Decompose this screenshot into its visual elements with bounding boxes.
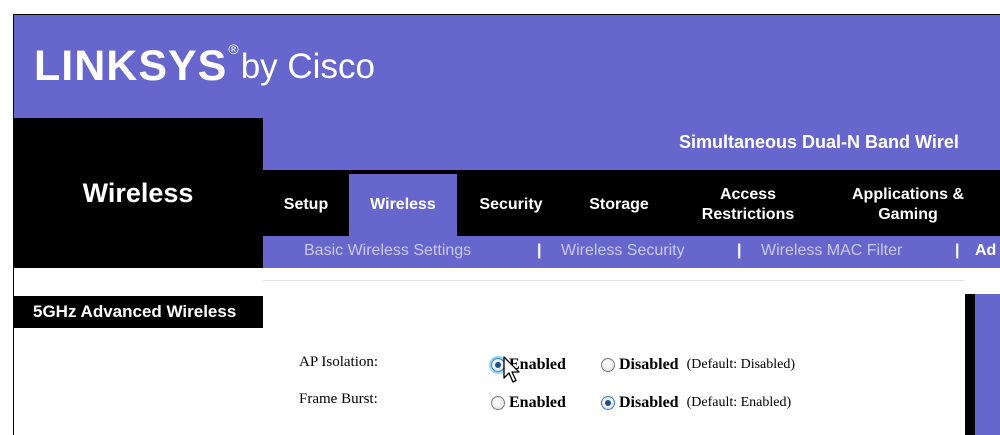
navigation-panel: Simultaneous Dual-N Band Wirel Setup Wir… [263, 118, 1000, 268]
tab-storage[interactable]: Storage [565, 174, 673, 236]
tab-applications-gaming[interactable]: Applications & Gaming [823, 174, 993, 236]
subnav-wireless-security[interactable]: Wireless Security [561, 242, 685, 260]
frame-burst-enabled-option[interactable]: Enabled [491, 394, 566, 412]
tab-setup[interactable]: Setup [263, 174, 349, 236]
top-banner: LINKSYS ® by Cisco [13, 14, 1000, 118]
subnav-wireless-mac-filter[interactable]: Wireless MAC Filter [761, 242, 902, 260]
frame-burst-enabled-label[interactable]: Enabled [509, 394, 566, 412]
frame-burst-default-note: (Default: Enabled) [686, 395, 792, 410]
sub-navigation: Basic Wireless Settings | Wireless Secur… [263, 236, 1000, 268]
subnav-separator: | [955, 242, 960, 259]
settings-content: AP Isolation: Enabled Disabled (Default:… [263, 280, 965, 435]
mouse-pointer-icon [503, 356, 520, 383]
left-column [13, 268, 263, 435]
subnav-separator: | [737, 242, 742, 259]
frame-burst-enabled-radio[interactable] [491, 396, 505, 410]
ap-isolation-disabled-option[interactable]: Disabled (Default: Disabled) [601, 356, 795, 374]
subnav-advanced-wireless[interactable]: Ad [975, 242, 996, 260]
sidebar-header: 5GHz Advanced Wireless [13, 296, 263, 328]
frame-burst-label: Frame Burst: [299, 391, 378, 407]
registered-mark: ® [228, 41, 239, 57]
product-name: Simultaneous Dual-N Band Wirel [679, 132, 959, 152]
ap-isolation-default-note: (Default: Disabled) [686, 357, 796, 372]
tab-security[interactable]: Security [457, 174, 565, 236]
sidebar-title: 5GHz Advanced Wireless [33, 302, 237, 321]
right-edge-decoration [965, 294, 1000, 435]
section-title: Wireless [82, 178, 194, 208]
frame-burst-disabled-radio[interactable] [601, 396, 615, 410]
product-bar: Simultaneous Dual-N Band Wirel [263, 118, 1000, 174]
ap-isolation-disabled-label[interactable]: Disabled [619, 356, 679, 374]
logo-by-cisco-text: by Cisco [240, 47, 375, 86]
linksys-logo: LINKSYS ® by Cisco [34, 36, 375, 96]
ap-isolation-label: AP Isolation: [299, 354, 379, 370]
tab-wireless[interactable]: Wireless [349, 174, 457, 236]
tab-access-restrictions[interactable]: Access Restrictions [673, 174, 823, 236]
main-tabs: Setup Wireless Security Storage Access R… [263, 174, 1000, 236]
frame-burst-disabled-option[interactable]: Disabled (Default: Enabled) [601, 394, 791, 412]
logo-brand-text: LINKSYS [34, 42, 228, 90]
ap-isolation-disabled-radio[interactable] [601, 358, 615, 372]
subnav-basic-wireless-settings[interactable]: Basic Wireless Settings [304, 242, 471, 260]
frame-burst-disabled-label[interactable]: Disabled [619, 394, 679, 412]
subnav-separator: | [537, 242, 542, 259]
